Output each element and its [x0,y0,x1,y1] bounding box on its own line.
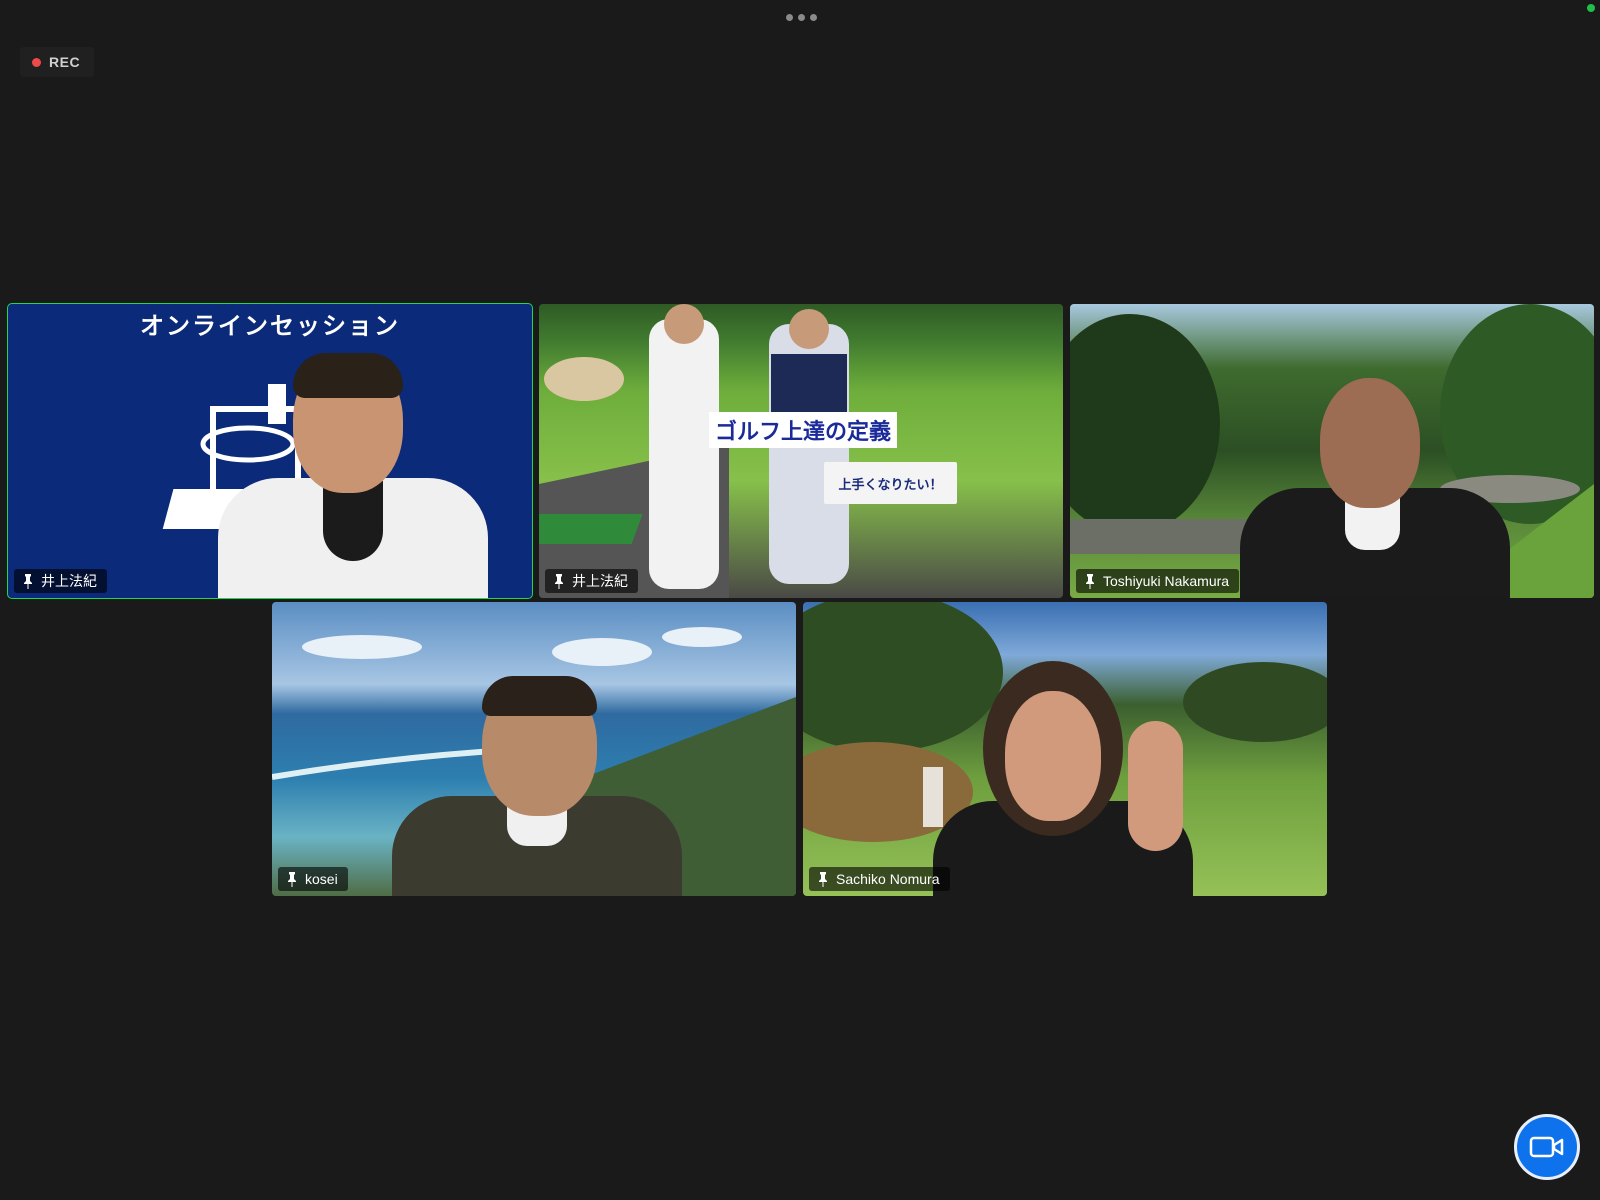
participant-name-tag: 井上法紀 [14,569,107,593]
video-camera-icon [1529,1136,1564,1158]
participant-name-tag: kosei [278,867,348,891]
pin-icon[interactable] [1084,573,1096,589]
video-tile-participant-3[interactable]: Toshiyuki Nakamura [1070,304,1594,598]
pin-icon[interactable] [817,871,829,887]
virtual-background [272,602,796,896]
participant-video [218,353,488,598]
video-camera-button[interactable] [1514,1114,1580,1180]
participant-name: Toshiyuki Nakamura [1103,573,1230,589]
participant-name-tag: Toshiyuki Nakamura [1076,569,1240,593]
video-overlay-bubble: 上手くなりたい！ [824,462,957,504]
video-tile-participant-5[interactable]: Sachiko Nomura [803,602,1327,896]
pin-icon[interactable] [553,573,565,589]
connection-status-indicator [1587,4,1595,12]
recording-badge: REC [20,47,95,77]
more-dot [785,13,793,21]
virtual-background [803,602,1327,896]
participant-video [392,676,682,896]
participant-video [933,661,1213,896]
participant-video [1240,378,1510,598]
virtual-background [1070,304,1594,598]
more-options-icon[interactable] [780,10,822,24]
video-tile-participant-4[interactable]: kosei [272,602,796,896]
pin-icon[interactable] [286,871,298,887]
participant-name-tag: 井上法紀 [545,569,638,593]
recording-label: REC [49,54,81,70]
participant-name: kosei [305,871,338,887]
pin-icon[interactable] [22,573,34,589]
more-dot [809,13,817,21]
shared-video-scene: ゴルフ上達の定義 上手くなりたい！ [539,304,1063,598]
participant-name: 井上法紀 [41,573,97,589]
video-overlay-title: ゴルフ上達の定義 [709,412,898,448]
more-dot [797,13,805,21]
participant-name: Sachiko Nomura [836,871,940,887]
video-tile-participant-1[interactable]: オンラインセッション 井上法紀 [7,303,533,599]
video-tile-participant-2[interactable]: ゴルフ上達の定義 上手くなりたい！ 井上法紀 [539,304,1063,598]
golf-range-graphic [539,304,849,598]
participant-name-tag: Sachiko Nomura [809,867,950,891]
virtual-background: オンラインセッション [8,304,532,598]
record-dot-icon [32,57,41,67]
participant-name: 井上法紀 [572,573,628,589]
